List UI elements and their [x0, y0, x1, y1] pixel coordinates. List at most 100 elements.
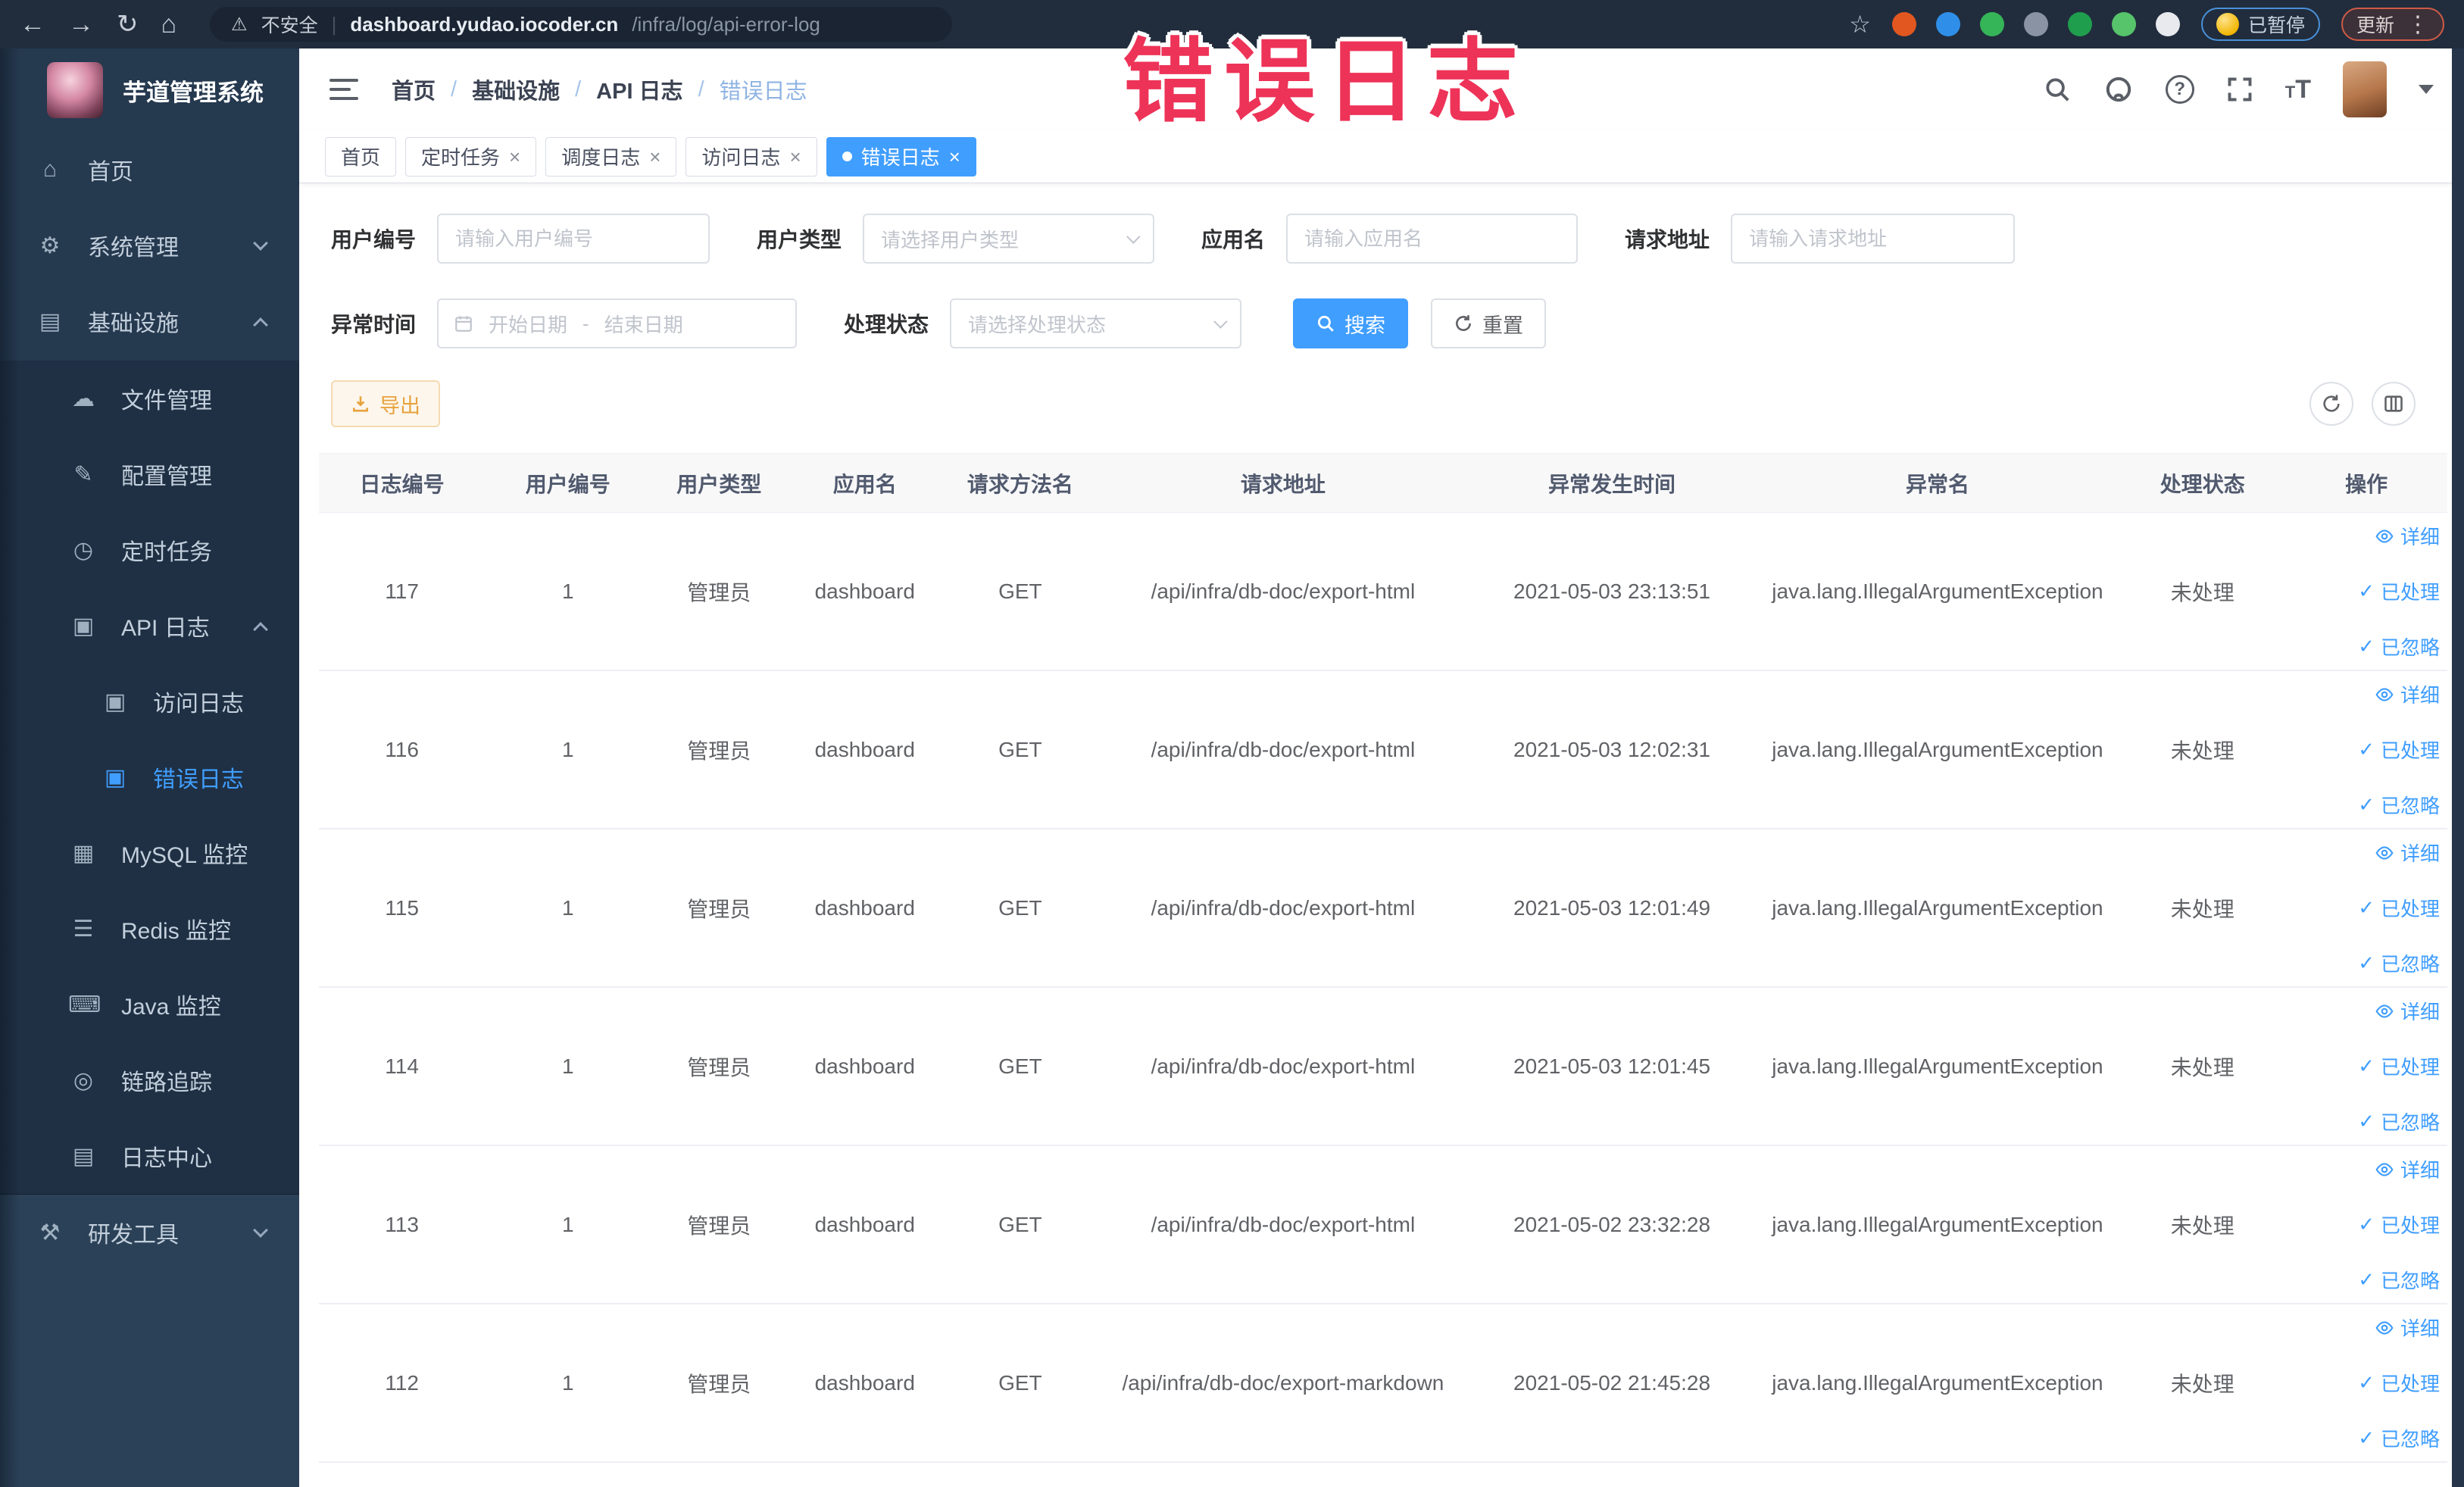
eye-icon: [2375, 687, 2394, 701]
sidebar-item-java-monitor[interactable]: ⌨ Java 监控: [0, 967, 299, 1042]
breadcrumb-home[interactable]: 首页: [392, 73, 436, 105]
user-no-input[interactable]: [437, 214, 710, 264]
mark-ignored-link[interactable]: ✓ 已忽略: [2358, 949, 2440, 977]
detail-link[interactable]: 详细: [2375, 680, 2440, 708]
refresh-table-button[interactable]: [2309, 382, 2353, 426]
fullscreen-icon[interactable]: [2226, 76, 2253, 103]
avatar-caret-down-icon[interactable]: [2419, 85, 2434, 94]
active-tab-dot: [842, 152, 852, 161]
forward-icon[interactable]: →: [68, 11, 94, 37]
extensions-puzzle-icon[interactable]: [2155, 12, 2180, 36]
green-v-icon[interactable]: [1979, 12, 2004, 36]
search-button[interactable]: 搜索: [1293, 298, 1409, 348]
close-tab-icon[interactable]: ×: [949, 147, 960, 167]
back-icon[interactable]: ←: [20, 11, 45, 37]
sidebar-item-config-management[interactable]: ✎ 配置管理: [0, 436, 299, 512]
reload-icon[interactable]: ↻: [117, 11, 139, 37]
sidebar-item-dev-tools[interactable]: ⚒ 研发工具: [0, 1195, 299, 1270]
process-status-select[interactable]: 请选择处理状态: [950, 298, 1242, 348]
download-icon: [353, 396, 368, 412]
search-icon[interactable]: [2043, 75, 2072, 104]
update-badge[interactable]: 更新 ⋮: [2341, 8, 2444, 41]
sidebar-item-access-log[interactable]: ▣ 访问日志: [0, 664, 299, 739]
breadcrumb: 首页 / 基础设施 / API 日志 / 错误日志: [392, 73, 807, 105]
paused-badge[interactable]: 已暂停: [2200, 8, 2320, 41]
detail-link[interactable]: 详细: [2375, 1155, 2440, 1183]
redis-monitor-icon: ☰: [73, 916, 94, 942]
sidebar-item-api-log[interactable]: ▣ API 日志: [0, 588, 299, 664]
mark-ignored-link[interactable]: ✓ 已忽略: [2358, 1424, 2440, 1452]
sidebar-item-mysql-monitor[interactable]: ▦ MySQL 监控: [0, 815, 299, 891]
request-url-input[interactable]: [1731, 214, 2016, 264]
cell-log-id: 114: [319, 987, 486, 1146]
breadcrumb-infrastructure[interactable]: 基础设施: [472, 73, 560, 105]
sidebar-item-home[interactable]: ⌂ 首页: [0, 132, 299, 208]
mark-ignored-link[interactable]: ✓ 已忽略: [2358, 633, 2440, 661]
detail-link[interactable]: 详细: [2375, 839, 2440, 867]
column-header: 异常发生时间: [1468, 453, 1756, 513]
cell-method: GET: [942, 1145, 1098, 1304]
breadcrumb-error-log: 错误日志: [719, 80, 807, 104]
font-size-icon[interactable]: TT: [2285, 75, 2311, 105]
cell-status: 未处理: [2119, 512, 2286, 671]
mark-processed-link[interactable]: ✓ 已处理: [2358, 736, 2440, 764]
github-icon[interactable]: [2103, 74, 2134, 105]
browser-home-icon[interactable]: ⌂: [161, 11, 177, 37]
tab-error-log[interactable]: 错误日志 ×: [826, 136, 976, 177]
tab-scheduled-tasks[interactable]: 定时任务 ×: [405, 136, 537, 177]
detail-link[interactable]: 详细: [2375, 997, 2440, 1025]
mark-processed-link[interactable]: ✓ 已处理: [2358, 1369, 2440, 1397]
sidebar-item-system-management[interactable]: ⚙ 系统管理: [0, 208, 299, 283]
sidebar-item-error-log[interactable]: ▣ 错误日志: [0, 739, 299, 815]
tab-home[interactable]: 首页: [325, 136, 397, 177]
tab-access-log[interactable]: 访问日志 ×: [685, 136, 817, 177]
chevron-icon: [253, 622, 268, 637]
sprout-icon[interactable]: [2111, 12, 2136, 36]
switch-on-icon[interactable]: [2067, 12, 2092, 36]
check-icon: ✓: [2358, 1426, 2375, 1449]
detail-link[interactable]: 详细: [2375, 1314, 2440, 1342]
exception-time-range-picker[interactable]: 开始日期 - 结束日期: [437, 298, 798, 348]
refresh-icon: [1456, 315, 1471, 331]
log-center-icon: ▤: [72, 1143, 95, 1169]
close-tab-icon[interactable]: ×: [509, 147, 520, 167]
app-name-input[interactable]: [1286, 214, 1579, 264]
column-settings-button[interactable]: [2372, 382, 2416, 426]
sidebar-item-trace[interactable]: ◎ 链路追踪: [0, 1042, 299, 1118]
reset-button[interactable]: 重置: [1431, 298, 1547, 348]
mark-processed-link[interactable]: ✓ 已处理: [2358, 1211, 2440, 1239]
tab-schedule-log[interactable]: 调度日志 ×: [545, 136, 677, 177]
browser-menu-kebab-icon[interactable]: ⋮: [2406, 11, 2429, 38]
vpn-shield-icon[interactable]: [1935, 12, 1960, 36]
sidebar-item-log-center[interactable]: ▤ 日志中心: [0, 1118, 299, 1194]
mark-processed-link[interactable]: ✓ 已处理: [2358, 894, 2440, 922]
detail-link[interactable]: 详细: [2375, 522, 2440, 550]
adblock-icon[interactable]: [1891, 12, 1916, 36]
close-tab-icon[interactable]: ×: [789, 147, 801, 167]
sidebar-item-redis-monitor[interactable]: ☰ Redis 监控: [0, 891, 299, 967]
cell-exception: java.lang.IllegalArgumentException: [1755, 1145, 2120, 1304]
mark-ignored-link[interactable]: ✓ 已忽略: [2358, 1107, 2440, 1136]
user-avatar[interactable]: [2343, 61, 2387, 117]
app-logo[interactable]: 芋道管理系统: [0, 48, 299, 132]
mark-processed-link[interactable]: ✓ 已处理: [2358, 1052, 2440, 1080]
address-bar[interactable]: ⚠ 不安全 | dashboard.yudao.iocoder.cn/infra…: [210, 7, 953, 42]
cell-app-name: dashboard: [787, 512, 943, 671]
mark-ignored-link[interactable]: ✓ 已忽略: [2358, 791, 2440, 819]
scrollbar-track[interactable]: [2452, 48, 2464, 1487]
sidebar-item-file-management[interactable]: ☁ 文件管理: [0, 361, 299, 436]
help-icon[interactable]: ?: [2165, 75, 2194, 104]
user-type-select[interactable]: 请选择用户类型: [863, 214, 1155, 264]
sidebar-item-scheduled-tasks[interactable]: ◷ 定时任务: [0, 512, 299, 588]
rabbit-logo-avatar: [47, 62, 103, 118]
breadcrumb-api-log[interactable]: API 日志: [596, 73, 682, 105]
mark-ignored-link[interactable]: ✓ 已忽略: [2358, 1266, 2440, 1294]
sidebar-item-infrastructure[interactable]: ▤ 基础设施: [0, 283, 299, 359]
mark-processed-link[interactable]: ✓ 已处理: [2358, 577, 2440, 605]
sidebar-collapse-icon[interactable]: [329, 79, 358, 100]
tab-grid-icon[interactable]: [2023, 12, 2048, 36]
bookmark-star-icon[interactable]: ☆: [1849, 10, 1871, 39]
export-button[interactable]: 导出: [331, 380, 440, 427]
close-tab-icon[interactable]: ×: [649, 147, 661, 167]
column-header: 用户类型: [651, 453, 788, 513]
